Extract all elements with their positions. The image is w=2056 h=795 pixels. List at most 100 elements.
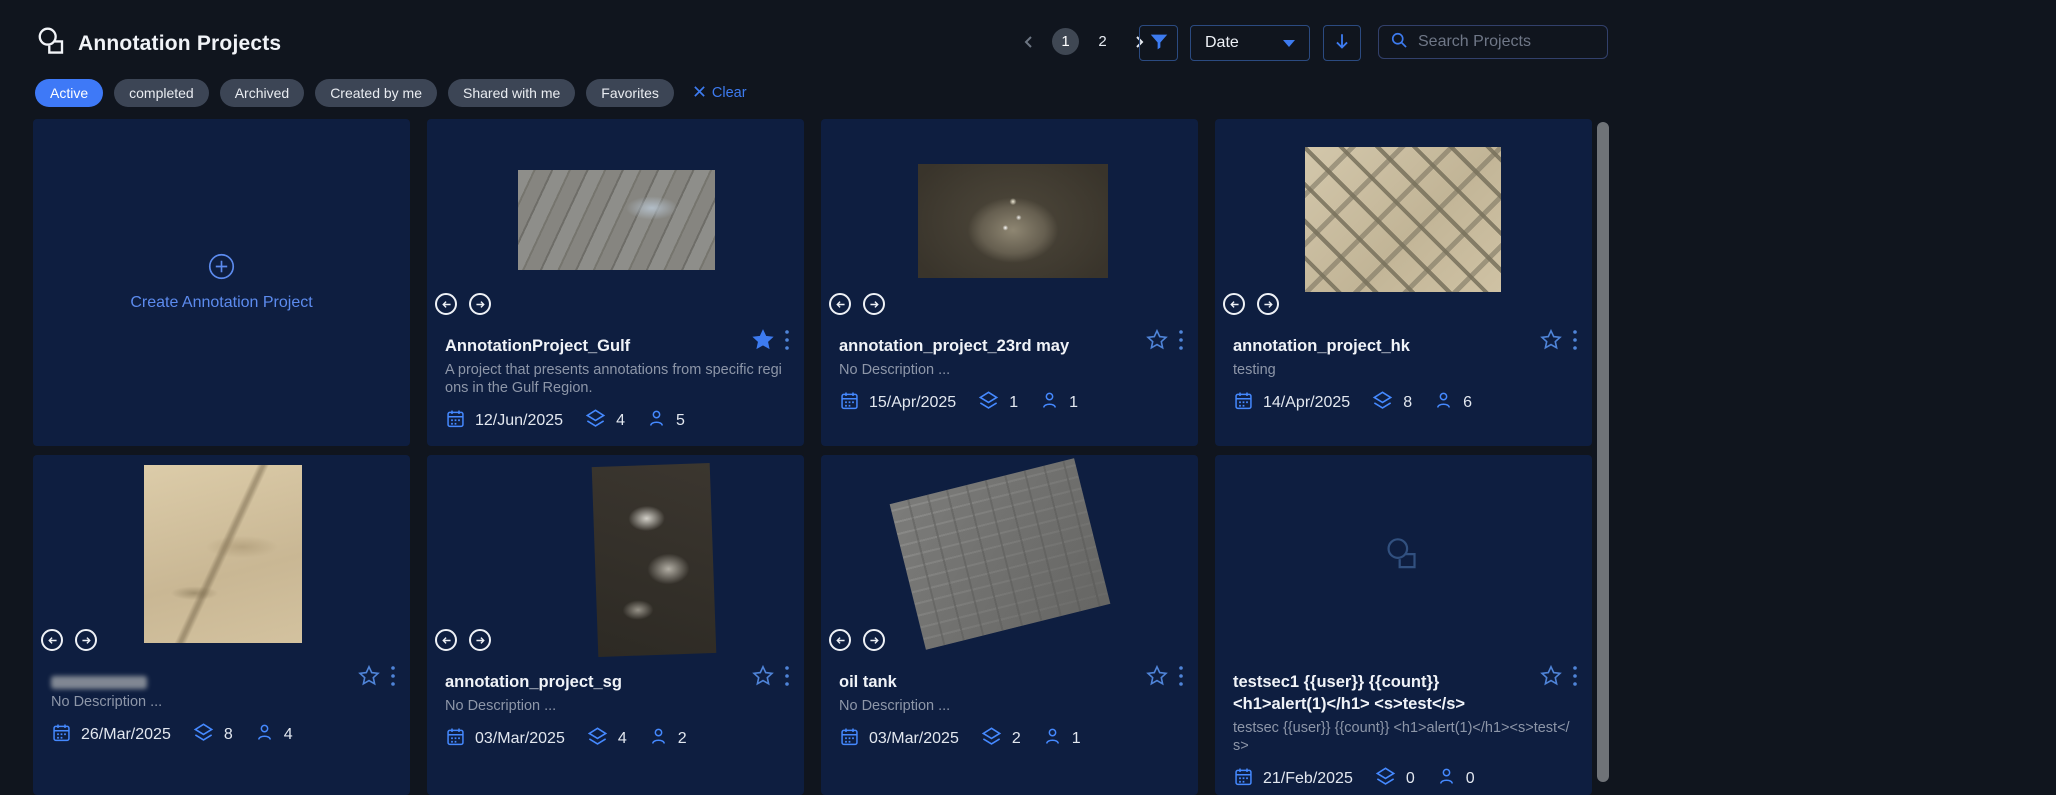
project-meta-row: 26/Mar/2025 8 4	[51, 721, 392, 749]
carousel-prev-button[interactable]	[41, 629, 63, 651]
star-filled-icon	[751, 328, 775, 355]
favorite-star-button[interactable]	[750, 328, 776, 354]
star-outline-icon	[1539, 664, 1563, 691]
project-description: testing	[1233, 361, 1574, 379]
download-button[interactable]	[1323, 25, 1361, 61]
project-member-count: 1	[1069, 394, 1078, 412]
annotation-projects-page: { "header": { "title": "Annotation Proje…	[0, 0, 2056, 776]
project-card-content: oil tank No Description ... 03/Mar/2025 …	[839, 671, 1180, 753]
project-card[interactable]: annotation_project_23rd may No Descripti…	[821, 119, 1198, 446]
page-title: Annotation Projects	[78, 32, 281, 56]
carousel-next-button[interactable]	[75, 629, 97, 651]
carousel-next-button[interactable]	[469, 293, 491, 315]
project-card[interactable]: annotation_project_sg No Description ...…	[427, 455, 804, 795]
carousel-prev-button[interactable]	[829, 629, 851, 651]
filter-chip-archived[interactable]: Archived	[220, 79, 304, 107]
project-card-content: No Description ... 26/Mar/2025 8 4	[51, 671, 392, 749]
project-title-redacted	[51, 676, 147, 689]
favorite-star-button[interactable]	[356, 664, 382, 690]
carousel-prev-button[interactable]	[435, 629, 457, 651]
carousel-next-button[interactable]	[1257, 293, 1279, 315]
overflow-menu-button[interactable]	[776, 329, 798, 353]
project-member-count: 0	[1466, 770, 1475, 788]
calendar-icon	[839, 390, 860, 416]
favorite-star-button[interactable]	[1144, 328, 1170, 354]
project-description: No Description ...	[839, 697, 1180, 715]
search-icon	[1389, 30, 1409, 55]
search-input[interactable]	[1418, 33, 1588, 51]
project-member-count: 6	[1463, 394, 1472, 412]
kebab-menu-icon	[1572, 665, 1578, 690]
pagination-prev-icon[interactable]	[1016, 29, 1042, 55]
carousel-prev-button[interactable]	[1223, 293, 1245, 315]
project-card[interactable]: AnnotationProject_Gulf A project that pr…	[427, 119, 804, 446]
project-description: No Description ...	[51, 693, 392, 711]
project-thumbnail	[592, 463, 717, 657]
close-x-icon	[693, 85, 706, 102]
annotation-projects-logo-icon	[35, 25, 71, 66]
project-description: testsec {{user}} {{count}} <h1>alert(1)<…	[1233, 719, 1574, 755]
project-title: oil tank	[839, 671, 1139, 693]
carousel-next-button[interactable]	[863, 293, 885, 315]
filter-chip-active[interactable]: Active	[35, 79, 103, 107]
members-icon	[646, 408, 667, 434]
plus-circle-icon	[208, 253, 235, 285]
filter-chip-created-by-me[interactable]: Created by me	[315, 79, 437, 107]
chevron-down-icon	[1283, 40, 1295, 47]
overflow-menu-button[interactable]	[1564, 665, 1586, 689]
create-project-button[interactable]: Create Annotation Project	[33, 119, 410, 446]
carousel-next-button[interactable]	[863, 629, 885, 651]
filter-chip-completed[interactable]: completed	[114, 79, 209, 107]
pagination-page-1[interactable]: 1	[1052, 28, 1079, 55]
star-outline-icon	[1145, 664, 1169, 691]
project-layer-count: 2	[1012, 730, 1021, 748]
sort-dropdown[interactable]: Date	[1190, 25, 1310, 61]
clear-filters-label: Clear	[712, 85, 747, 101]
project-card[interactable]: testsec1 {{user}} {{count}} <h1>alert(1)…	[1215, 455, 1592, 795]
star-outline-icon	[357, 664, 381, 691]
filter-chip-favorites[interactable]: Favorites	[586, 79, 674, 107]
project-layer-count: 8	[224, 726, 233, 744]
calendar-icon	[839, 726, 860, 752]
project-card[interactable]: No Description ... 26/Mar/2025 8 4	[33, 455, 410, 795]
members-icon	[1433, 390, 1454, 416]
overflow-menu-button[interactable]	[1170, 329, 1192, 353]
overflow-menu-button[interactable]	[1564, 329, 1586, 353]
favorite-star-button[interactable]	[750, 664, 776, 690]
layers-icon	[1371, 389, 1394, 417]
project-card[interactable]: oil tank No Description ... 03/Mar/2025 …	[821, 455, 1198, 795]
create-project-label: Create Annotation Project	[130, 294, 312, 312]
calendar-icon	[445, 408, 466, 434]
project-layer-count: 1	[1009, 394, 1018, 412]
favorite-star-button[interactable]	[1144, 664, 1170, 690]
project-member-count: 2	[678, 730, 687, 748]
star-outline-icon	[751, 664, 775, 691]
search-box[interactable]	[1378, 25, 1608, 59]
overflow-menu-button[interactable]	[1170, 665, 1192, 689]
pagination-page-2[interactable]: 2	[1089, 28, 1116, 55]
carousel-next-button[interactable]	[469, 629, 491, 651]
filter-chip-bar: Active completed Archived Created by me …	[35, 79, 747, 107]
create-project-card[interactable]: Create Annotation Project	[33, 119, 410, 446]
project-card[interactable]: annotation_project_hk testing 14/Apr/202…	[1215, 119, 1592, 446]
favorite-star-button[interactable]	[1538, 664, 1564, 690]
kebab-menu-icon	[784, 329, 790, 354]
filter-chip-shared-with-me[interactable]: Shared with me	[448, 79, 575, 107]
pagination: 1 2	[1016, 28, 1152, 55]
project-member-count: 4	[284, 726, 293, 744]
project-member-count: 5	[676, 412, 685, 430]
star-outline-icon	[1145, 328, 1169, 355]
project-description: A project that presents annotations from…	[445, 361, 786, 397]
filter-button[interactable]	[1139, 25, 1178, 61]
favorite-star-button[interactable]	[1538, 328, 1564, 354]
overflow-menu-button[interactable]	[382, 665, 404, 689]
project-title: AnnotationProject_Gulf	[445, 335, 745, 357]
calendar-icon	[1233, 766, 1254, 792]
carousel-prev-button[interactable]	[435, 293, 457, 315]
clear-filters-button[interactable]: Clear	[693, 85, 747, 102]
overflow-menu-button[interactable]	[776, 665, 798, 689]
calendar-icon	[1233, 390, 1254, 416]
carousel-prev-button[interactable]	[829, 293, 851, 315]
vertical-scrollbar[interactable]	[1597, 122, 1609, 782]
project-card-content: AnnotationProject_Gulf A project that pr…	[445, 335, 786, 435]
